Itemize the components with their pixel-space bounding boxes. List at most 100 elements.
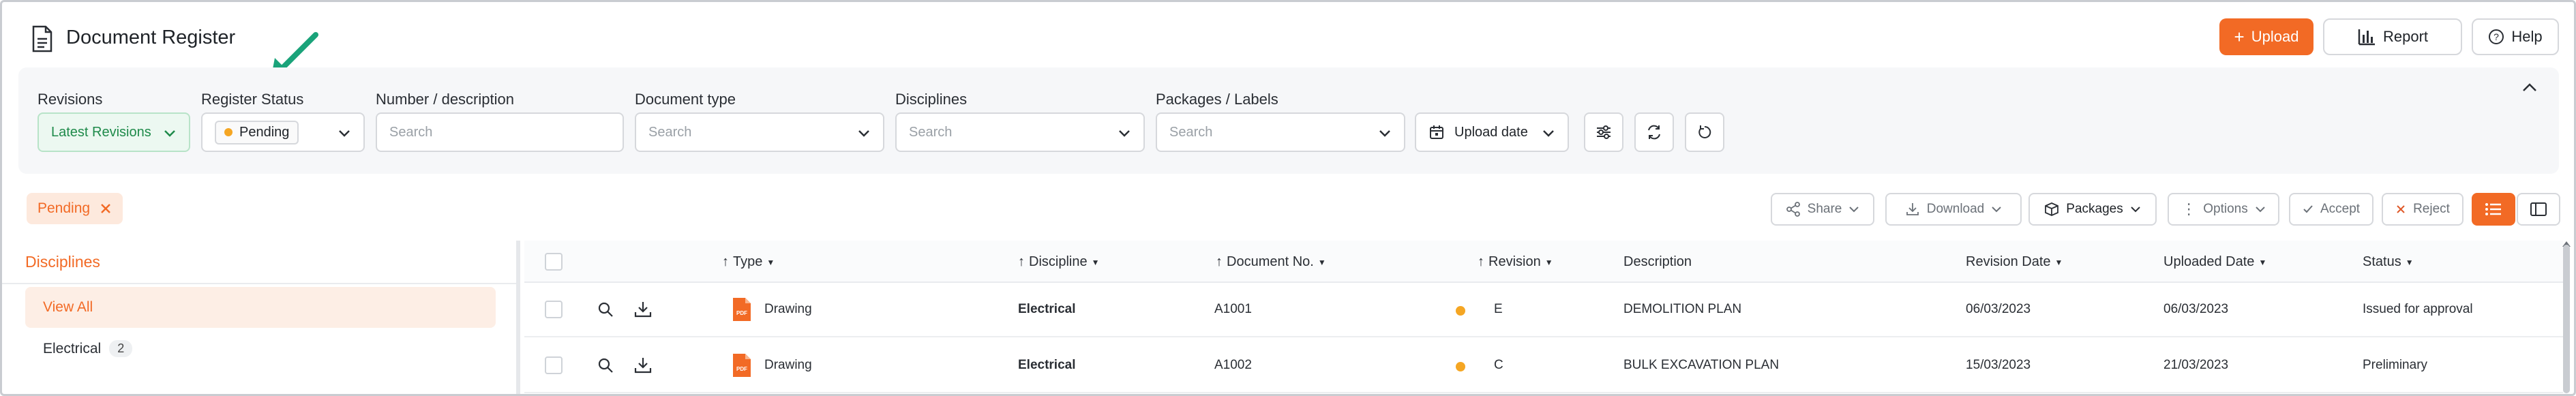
column-header-document-no[interactable]: ↑ Document No. ▼ (1216, 254, 1326, 270)
packages-label: Packages (2066, 202, 2123, 216)
column-header-type[interactable]: ↑ Type ▼ (722, 254, 775, 270)
close-icon[interactable] (100, 202, 112, 215)
x-icon (2397, 205, 2405, 213)
sliders-icon (1597, 125, 1611, 139)
cell-discipline: Electrical (1018, 302, 1076, 316)
table-header: ↑ Type ▼ ↑ Discipline ▼ ↑ Document No. ▼… (524, 241, 2563, 283)
chevron-down-icon (1992, 207, 2001, 213)
bar-chart-icon (2358, 29, 2375, 46)
search-icon[interactable] (597, 356, 614, 374)
revision-status-dot (1456, 306, 1465, 316)
sidebar-item-electrical[interactable]: Electrical 2 (43, 340, 133, 357)
vertical-scrollbar[interactable] (2563, 245, 2570, 393)
document-type-select[interactable]: Search (635, 112, 884, 152)
cell-document-no[interactable]: A1001 (1214, 302, 1252, 317)
column-label-uploaded-date: Uploaded Date (2163, 254, 2255, 269)
chevron-down-icon (2256, 207, 2265, 213)
search-icon[interactable] (597, 301, 614, 318)
column-header-status[interactable]: Status ▼ (2363, 254, 2414, 270)
document-type-placeholder: Search (648, 124, 692, 140)
list-view-button[interactable] (2472, 193, 2515, 226)
chevron-up-icon[interactable] (2521, 78, 2538, 96)
download-icon[interactable] (633, 356, 653, 374)
sidebar-item-label: Electrical (43, 340, 102, 356)
chevron-down-icon (2131, 207, 2140, 213)
sort-caret-icon: ▼ (766, 257, 775, 267)
register-status-select[interactable]: Pending (201, 112, 365, 152)
download-button[interactable]: Download (1885, 193, 2022, 226)
table-row[interactable]: PDF Drawing Electrical A1001 E DEMOLITIO… (524, 283, 2563, 337)
report-button[interactable]: Report (2323, 18, 2462, 55)
download-icon[interactable] (633, 301, 653, 318)
refresh-button[interactable] (1634, 112, 1674, 152)
share-button[interactable]: Share (1771, 193, 1874, 226)
reject-button[interactable]: Reject (2382, 193, 2463, 226)
chevron-down-icon (339, 130, 350, 137)
packages-button[interactable]: Packages (2028, 193, 2157, 226)
cell-type: Drawing (764, 302, 812, 316)
table-row[interactable]: PDF Drawing Electrical A1002 C BULK EXCA… (524, 339, 2563, 393)
column-header-revision-date[interactable]: Revision Date ▼ (1966, 254, 2063, 270)
pdf-file-icon: PDF (733, 354, 751, 377)
column-header-revision[interactable]: ↑ Revision ▼ (1478, 254, 1553, 270)
reset-button[interactable] (1685, 112, 1724, 152)
upload-date-value: Upload date (1454, 124, 1528, 140)
pending-chip: Pending (215, 120, 299, 144)
column-label-revision-date: Revision Date (1966, 254, 2051, 269)
cell-uploaded-date: 06/03/2023 (2163, 302, 2229, 316)
upload-button[interactable]: + Upload (2219, 18, 2313, 55)
options-button[interactable]: ⋮ Options (2168, 193, 2279, 226)
revision-status-dot (1456, 362, 1465, 371)
revisions-value: Latest Revisions (51, 124, 151, 140)
number-description-input[interactable]: Search (376, 112, 624, 152)
sidebar-divider (2, 283, 516, 284)
help-button[interactable]: ? Help (2472, 18, 2559, 55)
chevron-down-icon (1543, 130, 1554, 137)
plus-icon: + (2234, 27, 2245, 47)
chevron-down-icon (858, 130, 869, 137)
cell-status: Preliminary (2363, 358, 2428, 372)
package-icon (2045, 202, 2059, 216)
page-header: Document Register + Upload Report ? Help (2, 2, 2574, 66)
revisions-select[interactable]: Latest Revisions (38, 112, 190, 152)
sync-icon (1648, 125, 1660, 140)
sort-arrow-up-icon: ↑ (1478, 254, 1484, 269)
split-view-button[interactable] (2517, 193, 2560, 226)
sort-caret-icon: ▼ (1544, 257, 1553, 267)
list-icon (2485, 203, 2501, 215)
row-checkbox[interactable] (545, 356, 563, 374)
cell-description: BULK EXCAVATION PLAN (1623, 358, 1780, 372)
upload-date-select[interactable]: Upload date (1415, 112, 1569, 152)
help-icon: ? (2489, 29, 2504, 44)
svg-text:PDF: PDF (736, 366, 747, 372)
chevron-down-icon (1379, 130, 1390, 137)
sort-arrow-up-icon: ↑ (722, 254, 729, 269)
select-all-checkbox[interactable] (545, 253, 563, 271)
row-checkbox[interactable] (545, 301, 563, 318)
column-header-discipline[interactable]: ↑ Discipline ▼ (1018, 254, 1099, 270)
sort-caret-icon: ▼ (2405, 257, 2414, 267)
packages-labels-select[interactable]: Search (1156, 112, 1405, 152)
number-description-label: Number / description (376, 91, 514, 108)
svg-text:?: ? (2493, 31, 2499, 42)
accept-label: Accept (2320, 202, 2361, 216)
sort-caret-icon: ▼ (2258, 257, 2267, 267)
sort-arrow-up-icon: ↑ (1018, 254, 1025, 269)
disciplines-select[interactable]: Search (895, 112, 1145, 152)
upload-label: Upload (2251, 28, 2299, 45)
filter-settings-button[interactable] (1584, 112, 1623, 152)
column-label-revision: Revision (1488, 254, 1541, 269)
disciplines-placeholder: Search (909, 124, 953, 140)
help-label: Help (2511, 28, 2543, 45)
accept-button[interactable]: Accept (2289, 193, 2373, 226)
share-icon (1786, 202, 1800, 217)
sidebar-title: Disciplines (25, 253, 100, 271)
sidebar-item-view-all[interactable]: View All (25, 287, 496, 328)
register-status-value: Pending (239, 124, 290, 140)
cell-document-no[interactable]: A1002 (1214, 358, 1252, 373)
options-label: Options (2203, 202, 2248, 216)
undo-icon (1698, 125, 1711, 138)
document-icon (32, 25, 53, 52)
reject-label: Reject (2413, 202, 2450, 216)
column-header-uploaded-date[interactable]: Uploaded Date ▼ (2163, 254, 2266, 270)
